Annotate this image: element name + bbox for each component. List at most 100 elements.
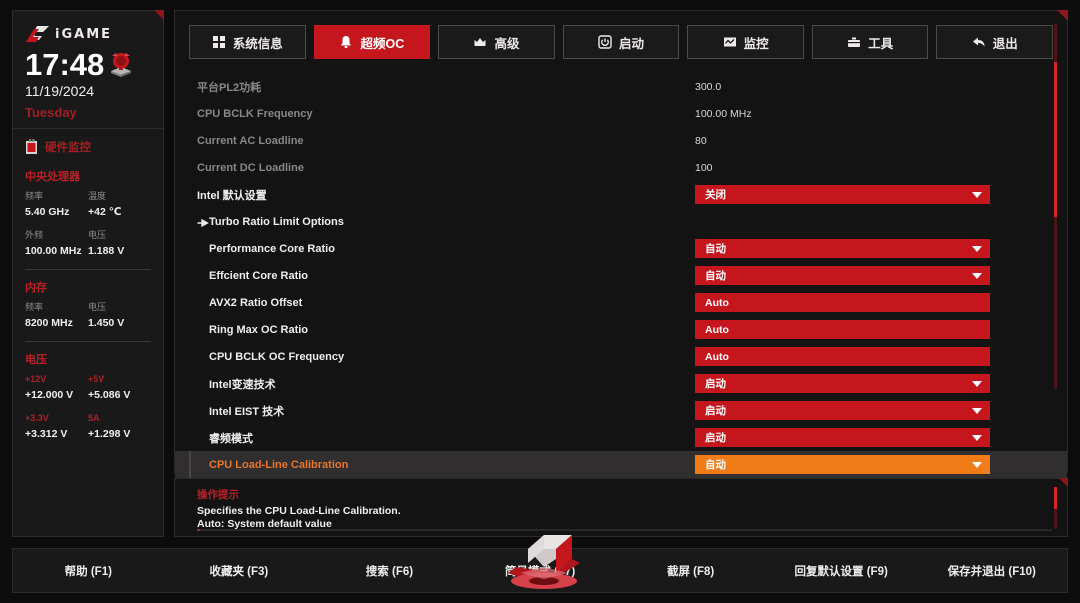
- bell-icon: [339, 35, 353, 49]
- setting-label: Turbo Ratio Limit Options: [209, 215, 344, 228]
- setting-dropdown[interactable]: 启动: [695, 374, 990, 393]
- setting-row[interactable]: AVX2 Ratio Offset Auto: [175, 289, 1067, 316]
- hw-group-grid: +12V +5V +12.000 V +5.086 V +3.3V 5A +3.…: [25, 372, 151, 449]
- chart-monitor-icon: [723, 35, 737, 49]
- setting-row[interactable]: CPU BCLK OC Frequency Auto: [175, 343, 1067, 370]
- chevron-down-icon: [972, 461, 982, 468]
- brand-name: iGAME: [55, 26, 113, 42]
- arrow-back-icon: [972, 35, 986, 49]
- setting-label: CPU Load-Line Calibration: [209, 458, 349, 471]
- hw-value: 5.40 GHz: [25, 206, 70, 218]
- tab-label: 超频OC: [360, 36, 405, 51]
- setting-value: 自动: [705, 270, 726, 282]
- setting-label: CPU BCLK OC Frequency: [209, 350, 345, 363]
- help-horizontal-scrollbar[interactable]: [197, 529, 1052, 531]
- crown-icon: [473, 35, 487, 49]
- hardware-monitor-label: 硬件监控: [45, 142, 91, 154]
- setting-row[interactable]: 平台PL2功耗 300.0: [175, 73, 1067, 100]
- tab-label: 高级: [494, 36, 520, 51]
- setting-value: Auto: [705, 296, 729, 309]
- help-scrollbar-thumb[interactable]: [1054, 487, 1057, 509]
- tab-label: 启动: [619, 36, 645, 51]
- scrollbar-thumb[interactable]: [1054, 62, 1057, 217]
- setting-dropdown[interactable]: 自动: [695, 239, 990, 258]
- tab-3[interactable]: 高级: [438, 25, 555, 59]
- setting-value: 100.00 MHz: [695, 107, 752, 120]
- hw-value: +1.298 V: [88, 428, 131, 440]
- tab-6[interactable]: 工具: [811, 25, 929, 59]
- hw-value: +12.000 V: [25, 389, 74, 401]
- help-hscrollbar-thumb[interactable]: [197, 529, 200, 531]
- setting-row[interactable]: Turbo Ratio Limit Options: [175, 208, 1067, 235]
- setting-dropdown[interactable]: 关闭: [695, 185, 990, 204]
- setting-row[interactable]: Intel 默认设置 关闭: [175, 181, 1067, 208]
- setting-row[interactable]: Current AC Loadline 80: [175, 127, 1067, 154]
- function-key[interactable]: 收藏夹 (F3): [164, 563, 315, 579]
- setting-label: Intel变速技术: [209, 378, 276, 391]
- hw-key: 电压: [88, 230, 107, 240]
- setting-dropdown[interactable]: 自动: [695, 455, 990, 474]
- hw-value: +5.086 V: [88, 389, 131, 401]
- setting-input[interactable]: Auto: [695, 320, 990, 339]
- function-key[interactable]: 搜索 (F6): [314, 563, 465, 579]
- hw-key: 电压: [88, 302, 107, 312]
- setting-label: Intel 默认设置: [197, 189, 267, 202]
- tab-4[interactable]: 启动: [562, 25, 680, 59]
- setting-value: 80: [695, 134, 707, 147]
- chevron-down-icon: [972, 407, 982, 414]
- tab-2[interactable]: 超频OC: [313, 25, 431, 59]
- setting-row[interactable]: CPU BCLK Frequency 100.00 MHz: [175, 100, 1067, 127]
- setting-label: Effcient Core Ratio: [209, 269, 309, 282]
- hw-value: 1.450 V: [88, 317, 125, 329]
- setting-dropdown[interactable]: 自动: [695, 266, 990, 285]
- hw-group-grid: 频率 温度 5.40 GHz +42 ℃ 外频 电压 100.00 MHz 1.…: [25, 189, 151, 266]
- help-title: 操作提示: [197, 489, 239, 501]
- setting-row[interactable]: CPU Load-Line Calibration 自动: [175, 451, 1067, 478]
- hw-key: 频率: [25, 302, 44, 312]
- hw-group-grid: 频率 电压 8200 MHz 1.450 V: [25, 300, 151, 338]
- tab-label: 系统信息: [232, 36, 283, 51]
- tab-5[interactable]: 监控: [687, 25, 804, 59]
- vertical-scrollbar[interactable]: [1054, 24, 1057, 389]
- tab-label: 退出: [992, 36, 1018, 51]
- setting-row[interactable]: Intel EIST 技术 启动: [175, 397, 1067, 424]
- chevron-down-icon: [972, 380, 982, 387]
- hw-value: 100.00 MHz: [25, 245, 82, 257]
- setting-row[interactable]: Performance Core Ratio 自动: [175, 235, 1067, 262]
- function-key[interactable]: 截屏 (F8): [615, 563, 766, 579]
- hw-key: 频率: [25, 191, 44, 201]
- help-vertical-scrollbar[interactable]: [1054, 487, 1057, 529]
- function-key[interactable]: 帮助 (F1): [13, 563, 164, 579]
- setting-row[interactable]: Ring Max OC Ratio Auto: [175, 316, 1067, 343]
- tab-1[interactable]: 系统信息: [189, 25, 306, 59]
- toolbox-icon: [847, 35, 861, 49]
- chevron-down-icon: [972, 191, 982, 198]
- setting-row[interactable]: Intel变速技术 启动: [175, 370, 1067, 397]
- setting-row[interactable]: 睿频模式 启动: [175, 424, 1067, 451]
- hw-key: 5A: [88, 413, 100, 423]
- tab-bar: 系统信息 超频OC 高级 启动 监控 工具 退出: [175, 11, 1067, 59]
- setting-value: 启动: [705, 378, 726, 390]
- hw-key: +3.3V: [25, 413, 49, 423]
- bios-screen: iGAME 17:48 11/19/2024 Tuesday 硬件监控 中央处理…: [0, 0, 1080, 603]
- function-key[interactable]: 简易模式 (F7): [465, 563, 616, 579]
- setting-label: Current DC Loadline: [197, 161, 304, 174]
- setting-row[interactable]: Current DC Loadline 100: [175, 154, 1067, 181]
- alarm-clock-icon: [108, 51, 134, 79]
- setting-row[interactable]: Effcient Core Ratio 自动: [175, 262, 1067, 289]
- setting-label: 睿频模式: [209, 432, 253, 445]
- setting-input[interactable]: Auto: [695, 347, 990, 366]
- setting-value: Auto: [705, 350, 729, 363]
- setting-input[interactable]: Auto: [695, 293, 990, 312]
- function-key[interactable]: 回复默认设置 (F9): [766, 563, 917, 579]
- setting-value: Auto: [705, 323, 729, 336]
- hw-key: 温度: [88, 191, 107, 201]
- setting-dropdown[interactable]: 启动: [695, 401, 990, 420]
- setting-label: CPU BCLK Frequency: [197, 107, 313, 120]
- setting-value: 自动: [705, 459, 726, 471]
- setting-dropdown[interactable]: 启动: [695, 428, 990, 447]
- igame-logo-icon: [25, 24, 51, 44]
- tab-7[interactable]: 退出: [936, 25, 1054, 59]
- hardware-monitor-body: 中央处理器 频率 温度 5.40 GHz +42 ℃ 外频 电压 100.00 …: [13, 168, 163, 449]
- function-key[interactable]: 保存并退出 (F10): [916, 563, 1067, 579]
